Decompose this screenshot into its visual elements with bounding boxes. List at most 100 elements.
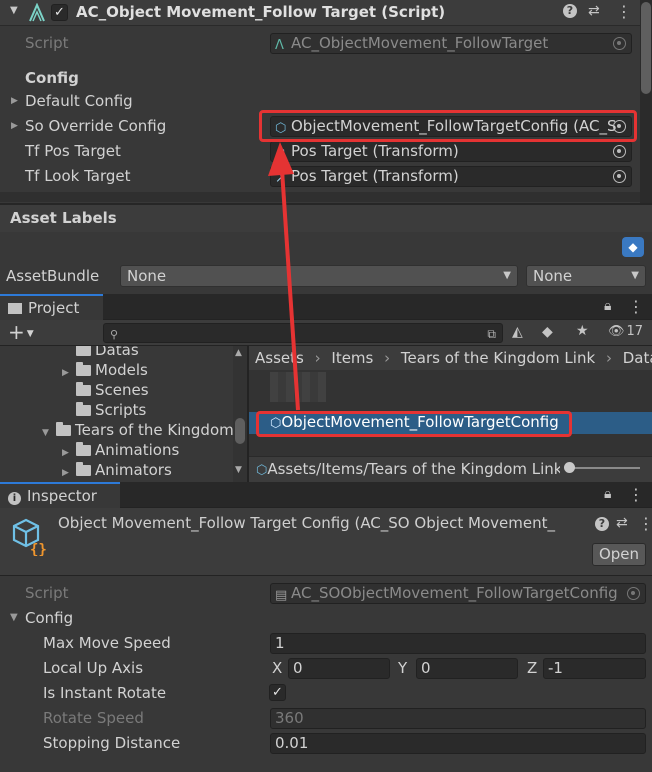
tab-inspector[interactable]: i Inspector [0,482,120,508]
folder-tab-icon [8,303,22,314]
kebab-menu-icon[interactable]: ⋮ [638,514,652,533]
filter-by-label-icon[interactable]: ◆ [542,324,553,340]
tree-item-label: Scripts [95,401,147,419]
inspector-title: Object Movement_Follow Target Config (AC… [58,514,555,532]
folder-icon [76,462,91,476]
axis-z-field[interactable]: -1 [543,658,646,679]
script-field-value: AC_ObjectMovement_FollowTarget [291,34,549,52]
tree-item-scenes[interactable]: Scenes [62,380,149,400]
assetbundle-dropdown-value: None [127,267,167,285]
object-picker-icon[interactable] [627,587,640,600]
search-by-type-icon[interactable]: ⧉ [487,325,496,342]
scroll-down-arrow-icon[interactable]: ▼ [235,465,242,475]
chevron-down-icon: ▼ [503,270,511,281]
folder-tree-scrollbar[interactable] [233,346,247,482]
tree-item-datas[interactable]: Datas [62,346,139,360]
icon-size-slider[interactable] [568,467,640,469]
kebab-menu-icon[interactable]: ⋮ [616,2,632,21]
scriptable-object-asset-icon: {} [12,518,47,556]
project-search-input[interactable]: ⚲ ⧉ [103,323,503,343]
axis-y-field[interactable]: 0 [416,658,518,679]
tree-item-models[interactable]: ▶ Models [62,360,148,380]
icon-size-slider-thumb[interactable] [564,462,575,473]
add-button[interactable]: + ▼ [8,320,34,344]
kebab-menu-icon[interactable]: ⋮ [628,485,644,504]
lock-icon[interactable]: 🔒︎ [604,298,611,314]
breadcrumb-item-items[interactable]: Items [331,349,373,367]
breadcrumb-separator-icon: › [314,349,321,367]
is-instant-rotate-label: Is Instant Rotate [43,684,167,702]
hidden-packages-count: 17 [626,324,644,339]
axis-x-label[interactable]: X [272,659,282,677]
script-label: Script [25,34,69,52]
add-button-label: + [8,320,25,344]
horizontal-scrollbar[interactable] [0,192,640,202]
inspector-script-field: ▤ AC_SOObjectMovement_FollowTargetConfig [270,583,646,604]
breadcrumb-item-assets[interactable]: Assets [255,349,304,367]
open-button[interactable]: Open [592,543,646,566]
asset-label-tag-icon[interactable]: ◆ [622,237,644,257]
script-file-icon: ▤ [275,588,288,603]
assetbundle-label: AssetBundle [6,267,100,285]
tab-project[interactable]: Project [0,294,103,320]
stopping-distance-label: Stopping Distance [43,734,181,752]
hidden-packages-icon[interactable]: 👁︎ 17 [608,324,643,339]
axis-y-label[interactable]: Y [398,659,407,677]
help-icon[interactable]: ? [563,4,577,18]
object-picker-icon[interactable] [613,170,626,183]
tree-item-animations[interactable]: ▶ Animations [62,440,179,460]
chevron-down-icon: ▼ [631,270,639,281]
tf-look-target-value: Pos Target (Transform) [291,167,459,185]
max-move-speed-label: Max Move Speed [43,634,171,652]
blurred-asset-row[interactable] [270,372,326,402]
search-icon: ⚲ [110,328,119,341]
scroll-up-arrow-icon[interactable]: ▲ [235,348,242,358]
assetbundle-dropdown[interactable]: None ▼ [120,265,518,287]
default-config-foldout[interactable]: Default Config [11,92,133,110]
help-icon[interactable]: ? [595,517,609,531]
component-enabled-checkbox[interactable]: ✓ [51,4,68,21]
breadcrumb-item-datas[interactable]: Datas [623,349,652,367]
tf-pos-target-field[interactable]: ↗ Pos Target (Transform) [270,141,632,162]
axis-z-label[interactable]: Z [527,659,537,677]
inspector-config-foldout[interactable]: Config [10,609,73,627]
presets-icon[interactable]: ⇄ [616,515,628,531]
so-override-config-label[interactable]: So Override Config [11,117,166,135]
object-picker-icon[interactable] [613,145,626,158]
status-path: ⬡Assets/Items/Tears of the Kingdom Link/ [256,460,560,478]
presets-icon[interactable]: ⇄ [588,3,600,19]
assetbundle-variant-dropdown[interactable]: None ▼ [526,265,646,287]
transform-icon: ↗ [275,146,286,161]
folder-icon [76,442,91,456]
rotate-speed-label: Rotate Speed [43,709,144,727]
tree-caret-right-icon[interactable]: ▶ [62,463,76,482]
kebab-menu-icon[interactable]: ⋮ [628,297,644,316]
filter-by-type-icon[interactable]: ◭ [512,324,523,340]
favorites-star-icon[interactable]: ★ [576,323,589,339]
open-folder-icon [56,422,71,436]
top-scrollbar-thumb[interactable] [641,2,651,94]
folder-icon [76,402,91,416]
breadcrumb-item-totk-link[interactable]: Tears of the Kingdom Link [401,349,595,367]
tree-item-scripts[interactable]: Scripts [62,400,146,420]
tree-item-tears-of-the-kingdom[interactable]: ▼ Tears of the Kingdom [42,420,234,440]
axis-x-field[interactable]: 0 [288,658,390,679]
annotation-box-selected-asset [256,411,572,437]
object-picker-icon[interactable] [613,37,626,50]
foldout-arrow-icon[interactable]: ▼ [10,5,18,16]
tf-look-target-field[interactable]: ↗ Pos Target (Transform) [270,166,632,187]
stopping-distance-field[interactable]: 0.01 [270,733,646,754]
tree-item-animators[interactable]: ▶ Animators [62,460,172,480]
folder-tree-scrollbar-thumb[interactable] [235,418,245,444]
tree-caret-down-icon[interactable]: ▼ [42,423,56,443]
is-instant-rotate-checkbox[interactable]: ✓ [269,684,286,701]
breadcrumb-separator-icon: › [605,349,612,367]
inspector-script-label: Script [25,584,69,602]
inspector-script-value: AC_SOObjectMovement_FollowTargetConfig [291,584,618,602]
breadcrumb-separator-icon: › [384,349,391,367]
annotation-box-so-override [259,110,637,142]
info-icon: i [8,492,21,505]
lock-icon[interactable]: 🔒︎ [604,486,611,502]
max-move-speed-field[interactable]: 1 [270,633,646,654]
tf-pos-target-value: Pos Target (Transform) [291,142,459,160]
